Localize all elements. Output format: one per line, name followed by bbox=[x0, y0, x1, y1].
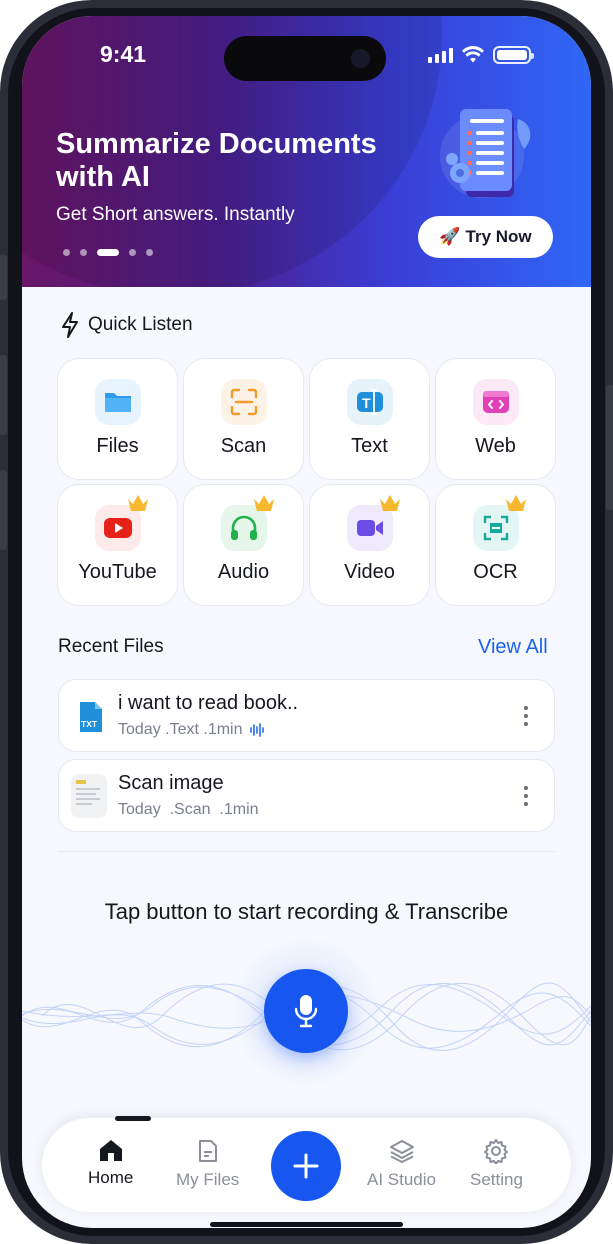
waveform-icon bbox=[249, 723, 264, 737]
file-meta: Today .Text .1min bbox=[118, 721, 265, 739]
tile-label: Files bbox=[96, 435, 139, 457]
folder-icon bbox=[94, 379, 141, 425]
signal-icon bbox=[428, 47, 453, 63]
add-button[interactable] bbox=[271, 1131, 341, 1201]
recent-file-item[interactable]: Scan image Today .Scan .1min bbox=[58, 759, 555, 832]
gear-icon bbox=[484, 1139, 509, 1164]
app-screen: 9:41 Summarize Documents with AI Get Sho… bbox=[22, 16, 591, 1228]
nav-home[interactable]: Home bbox=[88, 1138, 133, 1188]
premium-crown-icon bbox=[506, 495, 526, 511]
carousel-dot[interactable] bbox=[63, 249, 70, 256]
premium-crown-icon bbox=[128, 495, 148, 511]
layers-icon bbox=[389, 1140, 414, 1163]
home-indicator bbox=[210, 1222, 403, 1227]
banner-subtitle: Get Short answers. Instantly bbox=[56, 204, 295, 225]
tile-label: Scan bbox=[220, 435, 267, 457]
tile-label: Text bbox=[351, 435, 388, 457]
dynamic-island bbox=[224, 36, 386, 81]
quick-listen-youtube[interactable]: YouTube bbox=[57, 484, 178, 606]
home-icon bbox=[99, 1140, 122, 1161]
carousel-dot[interactable] bbox=[97, 249, 119, 256]
quick-listen-web[interactable]: Web bbox=[435, 358, 556, 480]
quick-listen-video[interactable]: Video bbox=[309, 484, 430, 606]
tile-label: YouTube bbox=[78, 561, 157, 583]
premium-crown-icon bbox=[254, 495, 274, 511]
tile-label: Audio bbox=[217, 561, 270, 583]
nav-label: My Files bbox=[176, 1170, 240, 1189]
action-button bbox=[0, 255, 7, 300]
quick-listen-files[interactable]: Files bbox=[57, 358, 178, 480]
view-all-link[interactable]: View All bbox=[478, 636, 548, 659]
volume-down-button bbox=[0, 470, 7, 550]
more-options-button[interactable] bbox=[524, 706, 528, 726]
tile-label: OCR bbox=[473, 561, 518, 583]
nav-ai-studio[interactable]: AI Studio bbox=[367, 1138, 436, 1190]
recent-files-title: Recent Files bbox=[58, 636, 164, 657]
quick-listen-grid: Files Scan T Text Web YouTube Audio Vide… bbox=[57, 358, 556, 606]
carousel-dot[interactable] bbox=[129, 249, 136, 256]
premium-crown-icon bbox=[380, 495, 400, 511]
section-divider bbox=[58, 851, 555, 852]
quick-listen-title: Quick Listen bbox=[88, 314, 193, 335]
nav-label: AI Studio bbox=[367, 1170, 436, 1189]
rocket-icon: 🚀 bbox=[439, 227, 461, 246]
carousel-dot[interactable] bbox=[146, 249, 153, 256]
more-options-button[interactable] bbox=[524, 786, 528, 806]
plus-icon bbox=[293, 1153, 319, 1179]
file-meta: Today .Scan .1min bbox=[118, 801, 259, 818]
wifi-icon bbox=[462, 46, 484, 63]
nav-setting[interactable]: Setting bbox=[470, 1138, 523, 1190]
lightning-icon bbox=[62, 312, 78, 338]
quick-listen-text[interactable]: T Text bbox=[309, 358, 430, 480]
nav-label: Home bbox=[88, 1168, 134, 1187]
carousel-dots[interactable] bbox=[63, 249, 153, 256]
status-icons bbox=[428, 46, 534, 64]
quick-listen-scan[interactable]: Scan bbox=[183, 358, 304, 480]
txt-file-icon: TXT bbox=[80, 702, 102, 732]
microphone-icon bbox=[294, 995, 318, 1028]
recent-file-item[interactable]: TXT i want to read book.. Today .Text .1… bbox=[58, 679, 555, 752]
bottom-nav: Home My Files AI Studio Setting bbox=[42, 1116, 571, 1212]
svg-text:TXT: TXT bbox=[81, 719, 98, 729]
volume-up-button bbox=[0, 355, 7, 435]
tile-label: Video bbox=[344, 561, 395, 583]
quick-listen-ocr[interactable]: OCR bbox=[435, 484, 556, 606]
nav-my-files[interactable]: My Files bbox=[176, 1138, 239, 1190]
tile-label: Web bbox=[475, 435, 516, 457]
battery-icon bbox=[493, 46, 534, 64]
record-prompt: Tap button to start recording & Transcri… bbox=[104, 899, 509, 924]
document-illustration bbox=[432, 101, 542, 211]
phone-frame: 9:41 Summarize Documents with AI Get Sho… bbox=[0, 0, 613, 1244]
power-button bbox=[606, 385, 613, 510]
web-icon bbox=[472, 379, 519, 425]
active-tab-indicator bbox=[115, 1116, 151, 1121]
banner-title: Summarize Documents with AI bbox=[56, 128, 377, 193]
scan-thumbnail bbox=[71, 774, 107, 818]
record-mic-button[interactable] bbox=[264, 969, 348, 1053]
svg-text:T: T bbox=[362, 395, 371, 411]
file-icon bbox=[198, 1140, 217, 1162]
quick-listen-audio[interactable]: Audio bbox=[183, 484, 304, 606]
try-now-label: Try Now bbox=[465, 227, 532, 246]
status-time: 9:41 bbox=[100, 41, 147, 67]
promo-banner[interactable]: 9:41 Summarize Documents with AI Get Sho… bbox=[22, 16, 591, 287]
try-now-button[interactable]: 🚀 Try Now bbox=[418, 216, 553, 258]
nav-label: Setting bbox=[470, 1170, 523, 1189]
file-name: i want to read book.. bbox=[118, 692, 299, 714]
text-icon: T bbox=[346, 379, 393, 425]
file-name: Scan image bbox=[118, 772, 224, 794]
carousel-dot[interactable] bbox=[80, 249, 87, 256]
quick-listen-header: Quick Listen bbox=[60, 312, 193, 338]
scan-icon bbox=[220, 379, 267, 425]
